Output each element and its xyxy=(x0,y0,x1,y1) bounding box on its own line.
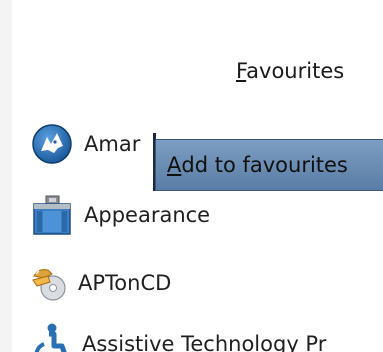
add-to-favourites-menu-item[interactable]: Add to favourites xyxy=(155,139,383,191)
aptoncd-icon xyxy=(28,262,70,304)
app-label-appearance: Appearance xyxy=(84,203,211,227)
add-to-favourites-label: dd to favourites xyxy=(181,153,348,177)
app-item-appearance[interactable]: Appearance xyxy=(30,193,210,237)
accessibility-icon xyxy=(30,322,74,352)
app-item-aptoncd[interactable]: APTonCD xyxy=(28,261,171,305)
app-item-assistive-technology[interactable]: Assistive Technology Pr xyxy=(30,322,326,352)
application-list-panel: Favourites Amar Appearance APTonCD Assis… xyxy=(0,0,383,352)
app-label-assistive-technology: Assistive Technology Pr xyxy=(82,332,327,352)
amarok-wolf-icon xyxy=(30,122,74,166)
appearance-icon xyxy=(30,193,74,237)
app-label-aptoncd: APTonCD xyxy=(78,271,172,295)
favourites-label-rest: avourites xyxy=(246,59,345,83)
app-item-amarok[interactable]: Amar xyxy=(30,122,140,166)
add-mnemonic: A xyxy=(167,153,182,177)
favourites-header[interactable]: Favourites xyxy=(236,58,344,84)
favourites-mnemonic: F xyxy=(236,59,247,83)
panel-left-edge xyxy=(0,0,12,352)
app-label-amarok: Amar xyxy=(84,132,141,156)
